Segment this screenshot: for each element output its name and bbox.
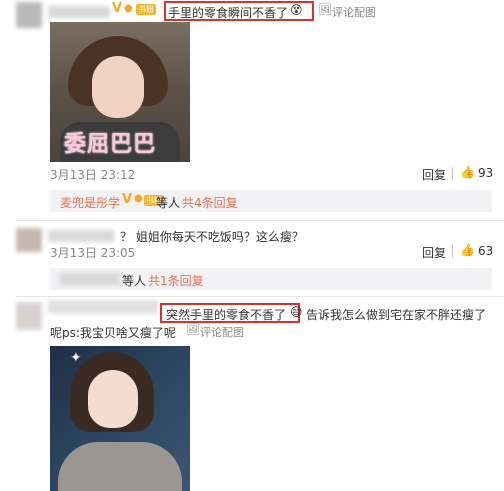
star-hairpin-icon: ✦	[70, 350, 82, 366]
thumb-up-icon[interactable]: 👍	[460, 243, 475, 257]
verified-v-icon: V	[112, 1, 123, 16]
comment1-date: 3月13日 23:12	[50, 168, 136, 182]
comment3-username[interactable]	[48, 300, 158, 314]
comment2-text: ？ 姐姐你每天不吃饭吗？这么瘦？	[120, 230, 304, 244]
reply1-middle: 等人	[156, 196, 181, 210]
comment1-username[interactable]	[48, 6, 110, 18]
comment1-text: 手里的零食瞬间不香了	[168, 6, 289, 20]
comment3-highlight: 突然手里的零食不香了	[166, 308, 287, 322]
reply1-user[interactable]: 麦兜是彤学	[60, 194, 120, 211]
image-icon: 🖼	[318, 3, 332, 16]
comment2-likes: 63	[478, 244, 494, 258]
emoji-sticker: 😅	[290, 305, 303, 319]
level-badge: 书粉	[136, 4, 156, 15]
face-shape	[92, 56, 144, 118]
divider	[452, 167, 453, 180]
reply-summary-1[interactable]: 麦兜是彤学 V ● 书粉 等人 共4条回复	[50, 190, 492, 212]
comment1-image[interactable]: 委屈巴巴	[50, 22, 190, 162]
emoji-sticker: 😵	[290, 3, 303, 17]
dress-shape	[58, 442, 182, 491]
reply2-middle: 等人	[122, 274, 147, 288]
reply2-count-link[interactable]: 共1条回复	[148, 272, 204, 289]
comment2-username[interactable]	[48, 230, 114, 242]
comment3-pic-label[interactable]: 评论配图	[200, 324, 244, 340]
reply2-user-blurred[interactable]	[60, 273, 120, 285]
comment3-image[interactable]: ✦	[50, 346, 190, 491]
comment1-avatar[interactable]	[16, 2, 42, 28]
comment3-text-after: 告诉我怎么做到宅在家不胖还瘦了	[306, 308, 487, 322]
reply1-count-link[interactable]: 共4条回复	[182, 194, 238, 211]
divider	[452, 245, 453, 258]
comment3-line2: 呢ps:我宝贝啥又瘦了呢	[50, 326, 176, 340]
comment2-date: 3月13日 23:05	[50, 246, 136, 260]
comment1-likes: 93	[478, 166, 494, 180]
separator	[16, 296, 504, 297]
thumb-up-icon[interactable]: 👍	[460, 165, 475, 179]
comment1-reply-button[interactable]: 回复	[422, 166, 446, 183]
image-icon: 🖼	[186, 323, 200, 336]
member-badge-icon: ●	[124, 3, 133, 14]
image-caption: 委屈巴巴	[64, 132, 157, 157]
verified-v-icon: V	[122, 192, 133, 207]
face-shape	[88, 370, 138, 428]
reply-summary-2[interactable]: 等人 共1条回复	[50, 268, 492, 290]
comment2-avatar[interactable]	[16, 228, 42, 252]
member-badge-icon: ●	[134, 193, 143, 204]
separator	[16, 220, 504, 221]
comment3-avatar[interactable]	[16, 302, 42, 330]
comment1-pic-label[interactable]: 评论配图	[332, 4, 376, 20]
comment2-reply-button[interactable]: 回复	[422, 244, 446, 261]
